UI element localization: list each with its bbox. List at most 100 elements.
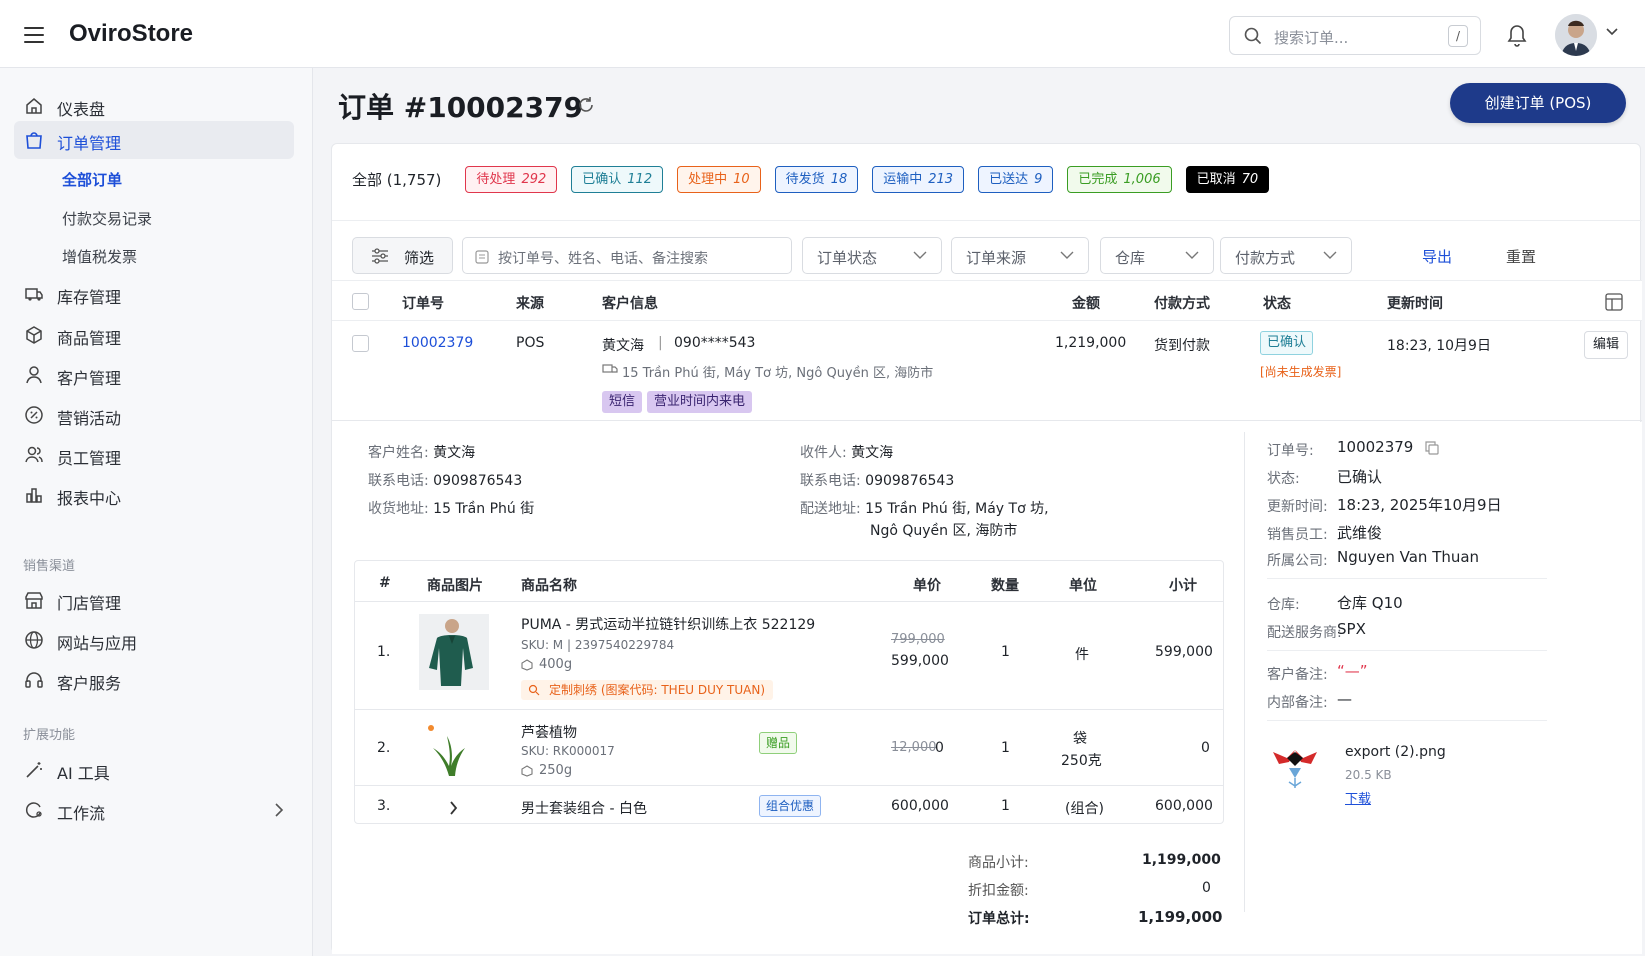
- col-order-no[interactable]: 订单号: [402, 293, 444, 313]
- create-order-button[interactable]: 创建订单 (POS): [1450, 83, 1626, 123]
- page-title: 订单 #10002379: [338, 91, 584, 124]
- bell-icon[interactable]: [1505, 22, 1529, 48]
- col-subtotal: 小计: [1169, 578, 1197, 594]
- export-button[interactable]: 导出: [1422, 246, 1452, 267]
- main-content: 订单 #10002379 创建订单 (POS) 全部 (1,757) 待处理 29…: [313, 68, 1645, 956]
- label: 客户姓名:: [368, 445, 429, 461]
- item-price: 599,000: [891, 653, 949, 669]
- sidebar-item-label: 订单管理: [57, 134, 122, 153]
- sidebar-item-label: 库存管理: [57, 288, 122, 307]
- item-unit: 件: [1075, 647, 1089, 663]
- sidebar-item-label: 工作流: [57, 804, 106, 823]
- col-unit: 单位: [1069, 578, 1097, 594]
- tab-delivered[interactable]: 已送达 9: [978, 165, 1054, 193]
- copy-icon[interactable]: [1425, 441, 1439, 455]
- order-info-panel: 订单号: 10002379 状态: 已确认 更新时间: 18:23, 2025年…: [1244, 432, 1624, 912]
- tab-processing[interactable]: 处理中 10: [677, 165, 761, 193]
- sidebar-item-dashboard[interactable]: 仪表盘: [14, 87, 294, 125]
- tab-cancelled[interactable]: 已取消 70: [1185, 165, 1270, 193]
- sidebar-item-marketing[interactable]: 营销活动: [14, 396, 294, 434]
- sidebar-sub-vat-invoices[interactable]: 增值税发票: [62, 246, 137, 267]
- item-row[interactable]: 2. 芦荟植物 SKU: RK000017 250g 赠品 12,000 0 1…: [355, 709, 1223, 785]
- label: 收件人:: [800, 445, 847, 461]
- col-updated[interactable]: 更新时间: [1387, 293, 1443, 313]
- order-source-select[interactable]: 订单来源: [951, 237, 1089, 274]
- col-amount[interactable]: 金额: [1072, 293, 1100, 313]
- col-customer[interactable]: 客户信息: [602, 293, 658, 313]
- subtotal-label: 商品小计:: [968, 855, 1029, 871]
- filter-button[interactable]: 筛选: [352, 237, 453, 274]
- menu-icon[interactable]: [24, 27, 44, 43]
- tab-all[interactable]: 全部 (1,757): [352, 169, 441, 190]
- warehouse-select[interactable]: 仓库: [1100, 237, 1214, 274]
- tab-pending[interactable]: 待处理 292: [465, 165, 558, 193]
- item-name: PUMA - 男式运动半拉链针织训练上衣 522129: [521, 617, 816, 633]
- sidebar-item-label: 报表中心: [57, 489, 122, 508]
- tab-ready-to-ship[interactable]: 待发货 18: [774, 165, 859, 193]
- edit-button[interactable]: 编辑: [1584, 331, 1628, 359]
- sidebar-item-customer-service[interactable]: 客户服务: [14, 661, 294, 699]
- tab-completed[interactable]: 已完成 1,006: [1067, 165, 1172, 193]
- item-row[interactable]: 1. PUMA - 男式运动半拉链针织训练上衣 522129 SKU: M | …: [355, 601, 1223, 709]
- sidebar-item-products[interactable]: 商品管理: [14, 316, 294, 354]
- sidebar-item-web-apps[interactable]: 网站与应用: [14, 621, 294, 659]
- label: 仓库:: [1267, 597, 1300, 613]
- sidebar-item-staff[interactable]: 员工管理: [14, 436, 294, 474]
- sidebar-item-workflow[interactable]: 工作流: [14, 791, 294, 829]
- avatar[interactable]: [1555, 14, 1597, 56]
- attachment-thumbnail[interactable]: [1267, 740, 1323, 792]
- sidebar-item-inventory[interactable]: 库存管理: [14, 275, 294, 313]
- weight-icon: [521, 659, 533, 671]
- download-link[interactable]: 下载: [1345, 788, 1371, 807]
- sidebar-item-reports[interactable]: 报表中心: [14, 476, 294, 514]
- item-index: 2.: [377, 740, 391, 756]
- refresh-icon[interactable]: [576, 95, 596, 115]
- tag-call-business-hours: 营业时间内来电: [647, 391, 753, 413]
- item-subtotal: 599,000: [1155, 644, 1213, 660]
- sidebar-item-stores[interactable]: 门店管理: [14, 581, 294, 619]
- item-old-price: 12,000: [891, 740, 937, 755]
- order-status-select[interactable]: 订单状态: [802, 237, 942, 274]
- sidebar-item-label: 员工管理: [57, 449, 122, 468]
- updated-time: 18:23, 10月9日: [1387, 338, 1491, 354]
- payment-method-select[interactable]: 付款方式: [1220, 237, 1352, 274]
- item-price: 0: [935, 740, 944, 756]
- updated-value: 18:23, 2025年10月9日: [1337, 496, 1502, 514]
- brand-logo[interactable]: OviroStore: [69, 20, 193, 48]
- search-placeholder: 搜索订单...: [1274, 29, 1349, 47]
- row-checkbox[interactable]: [352, 335, 369, 352]
- label: 更新时间:: [1267, 499, 1328, 515]
- sidebar-item-customers[interactable]: 客户管理: [14, 356, 294, 394]
- reset-button[interactable]: 重置: [1506, 246, 1536, 267]
- tab-in-transit[interactable]: 运输中 213: [872, 165, 965, 193]
- item-row[interactable]: 3. 男士套装组合 - 白色 组合优惠 600,000 1 (组合) 600,0…: [355, 785, 1223, 825]
- column-settings-icon[interactable]: [1605, 293, 1623, 311]
- order-detail-panel: 客户姓名: 黄文海 联系电话: 0909876543 收货地址: 15 Trần…: [332, 422, 1642, 954]
- chevron-right-icon[interactable]: [449, 801, 458, 815]
- item-old-price: 799,000: [891, 632, 945, 647]
- order-search-input[interactable]: 按订单号、姓名、电话、备注搜索: [462, 237, 792, 274]
- sidebar-item-ai-tools[interactable]: AI 工具: [14, 751, 294, 789]
- order-number-link[interactable]: 10002379: [402, 335, 473, 351]
- discount-label: 折扣金额:: [968, 883, 1029, 899]
- sidebar-sub-all-orders[interactable]: 全部订单: [62, 169, 122, 190]
- internal-note-value: —: [1337, 690, 1352, 708]
- col-qty: 数量: [991, 578, 1019, 594]
- chevron-down-icon[interactable]: [1605, 27, 1619, 37]
- select-all-checkbox[interactable]: [352, 293, 369, 310]
- sidebar-sub-payments[interactable]: 付款交易记录: [62, 208, 152, 229]
- label: 收货地址:: [368, 501, 429, 517]
- table-row[interactable]: 10002379 POS 黄文海 | 090****543 15 Trần Ph…: [332, 321, 1642, 421]
- label: 内部备注:: [1267, 695, 1328, 711]
- sidebar-item-orders[interactable]: 订单管理: [14, 121, 294, 159]
- discount-value: 0: [1202, 880, 1211, 896]
- label: 配送服务商:: [1267, 625, 1342, 641]
- tab-confirmed[interactable]: 已确认 112: [571, 165, 664, 193]
- staff-value: 武维俊: [1337, 524, 1383, 542]
- truck-icon: [25, 288, 43, 301]
- col-payment[interactable]: 付款方式: [1154, 293, 1210, 313]
- search-input[interactable]: 搜索订单... /: [1229, 16, 1481, 55]
- col-status[interactable]: 状态: [1263, 293, 1291, 313]
- orders-table-header: 订单号 来源 客户信息 金额 付款方式 状态 更新时间: [332, 280, 1642, 321]
- col-source[interactable]: 来源: [516, 293, 544, 313]
